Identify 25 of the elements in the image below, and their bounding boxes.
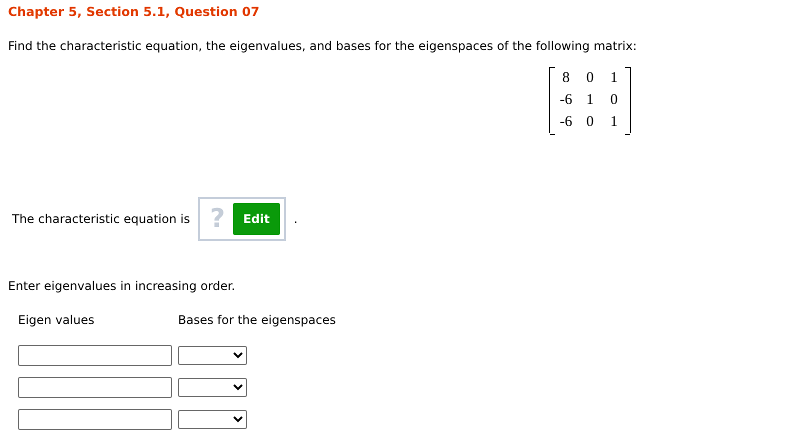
- eigenvalue-field[interactable]: [18, 409, 172, 430]
- placeholder-mark: ?: [210, 204, 226, 234]
- basis-dropdown[interactable]: [178, 378, 247, 397]
- matrix-entry: 0: [585, 69, 595, 88]
- matrix-entry: 1: [585, 91, 595, 110]
- period: .: [294, 212, 298, 226]
- question-title: Chapter 5, Section 5.1, Question 07: [8, 4, 260, 19]
- eigenvalue-field[interactable]: [18, 377, 172, 398]
- basis-dropdown[interactable]: [178, 346, 247, 365]
- basis-dropdown[interactable]: [178, 410, 247, 429]
- matrix-entry: -6: [558, 113, 574, 132]
- matrix-entry: 8: [561, 69, 571, 88]
- matrix-entry: 1: [609, 113, 619, 132]
- matrix-entry: 1: [609, 69, 619, 88]
- column-header: Bases for the eigenspaces: [178, 313, 337, 327]
- instruction-text: Enter eigenvalues in increasing order.: [8, 279, 236, 293]
- equation-answer-box[interactable]: ? Edit: [198, 197, 286, 241]
- matrix-entry: 0: [609, 91, 619, 110]
- equation-label: The characteristic equation is: [12, 212, 190, 226]
- eigenvalue-field[interactable]: [18, 345, 172, 366]
- column-header: Eigen values: [18, 313, 96, 327]
- matrix-entry: -6: [558, 91, 574, 110]
- question-text: Find the characteristic equation, the eigenvalues, and bases for the eigenspaces of the following matrix:: [8, 39, 638, 53]
- edit-button[interactable]: Edit: [233, 203, 280, 235]
- matrix-entry: 0: [585, 113, 595, 132]
